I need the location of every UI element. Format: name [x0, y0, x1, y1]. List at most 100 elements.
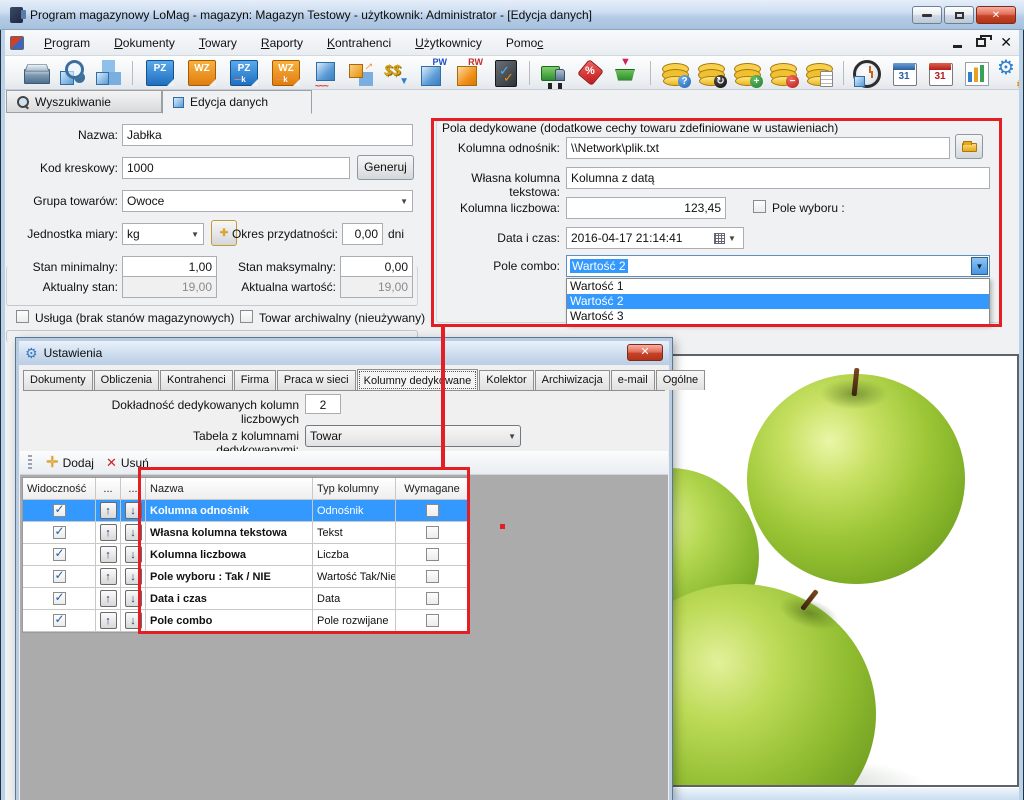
mdi-close-icon[interactable]: ✕ [1000, 35, 1012, 49]
settings-tab-kolumny-dedykowane[interactable]: Kolumny dedykowane [357, 369, 479, 391]
wz-document-icon[interactable]: WZ [188, 60, 216, 86]
table-row[interactable]: ↑↓Własna kolumna tekstowaTekst [23, 522, 468, 544]
wz-correction-icon[interactable]: WZk [272, 60, 300, 86]
required-checkbox[interactable] [426, 504, 439, 517]
move-down-button[interactable]: ↓ [125, 568, 142, 585]
tab-wyszukiwanie[interactable]: Wyszukiwanie [6, 90, 162, 113]
stock-refresh-icon[interactable]: ↻ [697, 59, 725, 87]
settings-close-button[interactable]: ✕ [627, 344, 663, 361]
move-down-button[interactable]: ↓ [125, 546, 142, 563]
pz-document-icon[interactable]: PZ [146, 60, 174, 86]
price-change-icon[interactable]: $$ [383, 59, 411, 87]
archiwalny-checkbox[interactable] [240, 310, 253, 323]
required-checkbox[interactable] [426, 548, 439, 561]
delivery-truck-icon[interactable] [540, 59, 568, 87]
column-type-cell[interactable]: Liczba [313, 544, 396, 566]
header-move-down[interactable]: ... [121, 478, 146, 500]
combo-option[interactable]: Wartość 3 [567, 309, 989, 324]
tekstowa-input[interactable]: Kolumna z datą [566, 167, 990, 189]
stock-add-icon[interactable]: + [733, 59, 761, 87]
settings-tab-ogólne[interactable]: Ogólne [656, 370, 705, 390]
required-checkbox[interactable] [426, 526, 439, 539]
close-button[interactable]: ✕ [976, 6, 1016, 24]
settings-tab-dokumenty[interactable]: Dokumenty [23, 370, 93, 390]
calendar-red-icon[interactable]: 31 [926, 59, 954, 87]
header-move-up[interactable]: ... [96, 478, 121, 500]
goods-boxes-icon[interactable] [94, 59, 122, 87]
stock-question-icon[interactable]: ? [661, 59, 689, 87]
okres-input[interactable]: 0,00 [342, 223, 383, 245]
header-typ-kolumny[interactable]: Typ kolumny [313, 478, 396, 500]
menu-item-raporty[interactable]: Raporty [251, 33, 313, 53]
liczbowa-input[interactable]: 123,45 [566, 197, 726, 219]
table-row[interactable]: ↑ ↓Kolumna odnośnikOdnośnik [23, 500, 468, 522]
settings-tab-kolektor[interactable]: Kolektor [479, 370, 533, 390]
pole-combo[interactable]: Wartość 2 ▼ [566, 255, 990, 277]
orders-cart-icon[interactable] [612, 59, 640, 87]
mdi-minimize-icon[interactable] [953, 45, 962, 48]
kod-kreskowy-input[interactable]: 1000 [122, 157, 350, 179]
bar-chart-icon[interactable] [962, 59, 990, 87]
documents-checklist-icon[interactable] [491, 59, 519, 87]
column-type-cell[interactable]: Tekst [313, 522, 396, 544]
move-down-button[interactable]: ↓ [125, 502, 142, 519]
grupa-combo[interactable]: Owoce▼ [122, 190, 413, 212]
precision-input[interactable]: 2 [305, 394, 341, 414]
visibility-checkbox[interactable] [53, 548, 66, 561]
menu-item-kontrahenci[interactable]: Kontrahenci [317, 33, 401, 53]
stock-report-icon[interactable] [805, 59, 833, 87]
header-nazwa[interactable]: Nazwa [146, 478, 313, 500]
combo-option[interactable]: Wartość 1 [567, 279, 989, 294]
table-select-combo[interactable]: Towar▼ [305, 425, 521, 447]
warehouse-icon[interactable] [22, 59, 50, 87]
visibility-checkbox[interactable] [53, 570, 66, 583]
nazwa-input[interactable]: Jabłka [122, 124, 413, 146]
discount-tag-icon[interactable]: % [576, 59, 604, 87]
settings-tab-obliczenia[interactable]: Obliczenia [94, 370, 159, 390]
move-up-button[interactable]: ↑ [100, 502, 117, 519]
menu-item-towary[interactable]: Towary [189, 33, 247, 53]
column-name-cell[interactable]: Data i czas [146, 588, 313, 610]
history-clock-icon[interactable] [854, 59, 882, 87]
settings-tab-firma[interactable]: Firma [234, 370, 276, 390]
jednostka-combo[interactable]: kg▼ [122, 223, 204, 245]
visibility-checkbox[interactable] [53, 504, 66, 517]
move-up-button[interactable]: ↑ [100, 546, 117, 563]
required-checkbox[interactable] [426, 570, 439, 583]
pole-wyboru-checkbox[interactable] [753, 200, 766, 213]
rw-issue-icon[interactable]: RW [455, 59, 483, 87]
column-type-cell[interactable]: Odnośnik [313, 500, 396, 522]
menu-item-pomoc[interactable]: Pomoc [496, 33, 553, 53]
menu-item-program[interactable]: Program [34, 33, 100, 53]
table-row[interactable]: ↑ ↓Kolumna liczbowaLiczba [23, 544, 468, 566]
table-row[interactable]: ↑↓Data i czasData [23, 588, 468, 610]
move-up-button[interactable]: ↑ [100, 590, 117, 607]
column-type-cell[interactable]: Pole rozwijane [313, 610, 396, 632]
move-up-button[interactable]: ↑ [100, 612, 117, 629]
visibility-checkbox[interactable] [53, 526, 66, 539]
required-checkbox[interactable] [426, 592, 439, 605]
visibility-checkbox[interactable] [53, 592, 66, 605]
column-type-cell[interactable]: Wartość Tak/Nie [313, 566, 396, 588]
move-up-button[interactable]: ↑ [100, 524, 117, 541]
remove-column-button[interactable]: ✕Usuń [106, 456, 149, 470]
calendar-blue-icon[interactable]: 31 [890, 59, 918, 87]
visibility-checkbox[interactable] [53, 614, 66, 627]
move-down-button[interactable]: ↓ [125, 612, 142, 629]
column-name-cell[interactable]: Kolumna liczbowa [146, 544, 313, 566]
maximize-button[interactable] [944, 6, 974, 24]
settings-tab-archiwizacja[interactable]: Archiwizacja [535, 370, 610, 390]
settings-tab-e-mail[interactable]: e-mail [611, 370, 655, 390]
required-checkbox[interactable] [426, 614, 439, 627]
column-name-cell[interactable]: Kolumna odnośnik [146, 500, 313, 522]
move-down-button[interactable]: ↓ [125, 590, 142, 607]
menu-item-użytkownicy[interactable]: Użytkownicy [405, 33, 492, 53]
table-row[interactable]: ↑ ↓Pole wyboru : Tak / NIEWartość Tak/Nie [23, 566, 468, 588]
column-name-cell[interactable]: Pole wyboru : Tak / NIE [146, 566, 313, 588]
move-up-button[interactable]: ↑ [100, 568, 117, 585]
browse-file-button[interactable] [955, 134, 983, 159]
menu-item-dokumenty[interactable]: Dokumenty [104, 33, 185, 53]
minimize-button[interactable] [912, 6, 942, 24]
mdi-restore-icon[interactable] [976, 38, 986, 47]
header-widocznosc[interactable]: Widoczność [23, 478, 96, 500]
